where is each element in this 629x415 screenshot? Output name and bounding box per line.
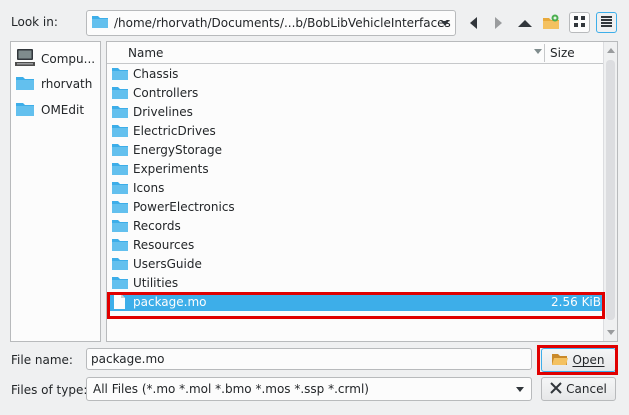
look-in-path: /home/rhorvath/Documents/...b/BobLibVehi… <box>114 16 451 30</box>
folder-icon <box>112 238 128 252</box>
folder-icon <box>15 75 35 94</box>
back-arrow-icon <box>469 17 477 29</box>
folder-name: Icons <box>133 180 165 195</box>
parent-directory-button[interactable] <box>515 13 535 33</box>
folder-name: UsersGuide <box>133 256 202 271</box>
folder-name: Utilities <box>133 275 179 290</box>
chevron-down-icon <box>516 387 524 392</box>
file-row[interactable]: Chassis <box>107 64 603 83</box>
file-row[interactable]: ElectricDrives <box>107 121 603 140</box>
vertical-scrollbar[interactable] <box>603 42 617 341</box>
folder-icon <box>112 86 128 100</box>
file-row[interactable]: Experiments <box>107 159 603 178</box>
scroll-up-icon[interactable] <box>607 48 615 53</box>
computer-icon <box>15 48 35 71</box>
folder-name: EnergyStorage <box>133 142 222 157</box>
sidebar-item-rhorvath[interactable]: rhorvath <box>15 73 92 95</box>
folder-icon <box>112 200 128 214</box>
new-folder-button[interactable] <box>541 13 561 33</box>
highlight-box-file <box>107 292 605 319</box>
file-row[interactable]: Drivelines <box>107 102 603 121</box>
scrollbar-thumb[interactable] <box>606 60 615 320</box>
look-in-combo[interactable]: /home/rhorvath/Documents/...b/BobLibVehi… <box>86 10 456 36</box>
folder-icon <box>112 181 128 195</box>
new-folder-icon <box>542 14 560 33</box>
sidebar-item-computer[interactable]: Compu... <box>15 48 95 70</box>
file-row[interactable]: Resources <box>107 235 603 254</box>
folder-icon <box>112 143 128 157</box>
folder-icon <box>91 14 109 32</box>
sort-descending-icon <box>534 49 542 54</box>
cancel-button[interactable]: Cancel <box>541 377 616 401</box>
file-row[interactable]: EnergyStorage <box>107 140 603 159</box>
folder-name: Resources <box>133 237 195 252</box>
column-header-name[interactable]: Name <box>128 46 163 60</box>
list-view-button[interactable] <box>569 12 590 33</box>
sidebar-item-label: OMEdit <box>41 103 85 117</box>
detail-list-icon <box>601 15 612 30</box>
folder-icon <box>112 162 128 176</box>
folder-name: PowerElectronics <box>133 199 235 214</box>
file-name-input[interactable] <box>86 348 532 370</box>
sidebar-item-omedit[interactable]: OMEdit <box>15 99 84 121</box>
file-list-header: Name Size <box>107 42 603 64</box>
folder-name: ElectricDrives <box>133 123 216 138</box>
folder-icon <box>112 219 128 233</box>
chevron-down-icon <box>441 21 449 26</box>
file-row[interactable]: Utilities <box>107 273 603 292</box>
file-type-label: Files of type: <box>11 383 88 397</box>
folder-icon <box>112 67 128 81</box>
file-row[interactable]: UsersGuide <box>107 254 603 273</box>
folder-name: Experiments <box>133 161 209 176</box>
scroll-down-icon[interactable] <box>607 330 615 335</box>
cancel-icon <box>550 381 562 397</box>
column-header-size[interactable]: Size <box>550 46 575 60</box>
icon-grid-icon <box>574 15 585 30</box>
folder-icon <box>112 257 128 271</box>
file-type-value: All Files (*.mo *.mol *.bmo *.mos *.ssp … <box>93 382 369 396</box>
file-row[interactable]: Records <box>107 216 603 235</box>
sidebar-item-label: Compu... <box>41 52 96 66</box>
cancel-button-label: Cancel <box>566 382 607 396</box>
folder-icon <box>112 105 128 119</box>
sidebar: Compu... rhorvath OMEdit <box>10 41 101 342</box>
folder-name: Drivelines <box>133 104 193 119</box>
file-row[interactable]: Icons <box>107 178 603 197</box>
up-arrow-icon <box>518 19 532 27</box>
detail-view-button[interactable] <box>596 12 617 33</box>
folder-icon <box>112 276 128 290</box>
forward-button[interactable] <box>488 13 508 33</box>
folder-name: Records <box>133 218 181 233</box>
folder-name: Controllers <box>133 85 199 100</box>
forward-arrow-icon <box>494 17 502 29</box>
file-row[interactable]: Controllers <box>107 83 603 102</box>
back-button[interactable] <box>463 13 483 33</box>
file-type-combo[interactable]: All Files (*.mo *.mol *.bmo *.mos *.ssp … <box>86 377 532 401</box>
highlight-box-open <box>537 345 618 375</box>
sidebar-item-label: rhorvath <box>41 77 93 91</box>
folder-icon <box>15 101 35 120</box>
file-name-label: File name: <box>11 353 73 367</box>
column-separator[interactable] <box>544 44 545 62</box>
file-row[interactable]: PowerElectronics <box>107 197 603 216</box>
folder-name: Chassis <box>133 66 179 81</box>
look-in-label: Look in: <box>11 15 58 29</box>
folder-icon <box>112 124 128 138</box>
